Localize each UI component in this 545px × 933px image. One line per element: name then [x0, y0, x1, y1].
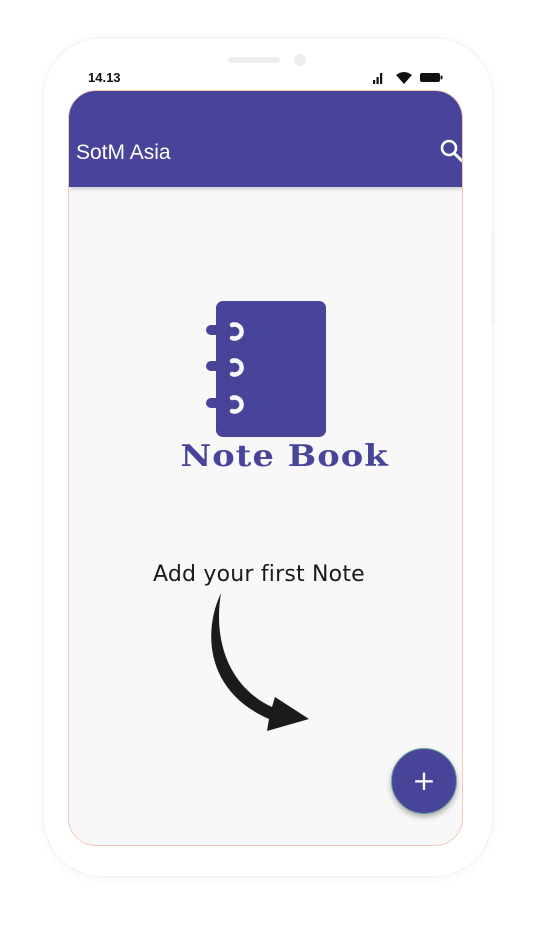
app-screen: SotM Asia Note Book Add your first Note … [68, 90, 463, 846]
app-bar: SotM Asia [69, 91, 463, 187]
app-title: SotM Asia [76, 141, 171, 164]
wifi-icon [396, 72, 412, 84]
front-camera [294, 54, 306, 66]
speaker-grille [228, 57, 280, 63]
curved-arrow-icon [211, 593, 309, 731]
side-button [491, 232, 495, 324]
status-icons [373, 72, 443, 84]
battery-icon [420, 73, 443, 82]
search-icon[interactable] [439, 138, 463, 164]
signal-icon [373, 73, 383, 84]
add-note-button[interactable]: + [391, 748, 457, 814]
empty-state-message: Add your first Note [153, 562, 365, 587]
status-time: 14.13 [88, 70, 121, 85]
logo-text: Note Book [180, 439, 389, 474]
plus-icon: + [412, 764, 436, 797]
